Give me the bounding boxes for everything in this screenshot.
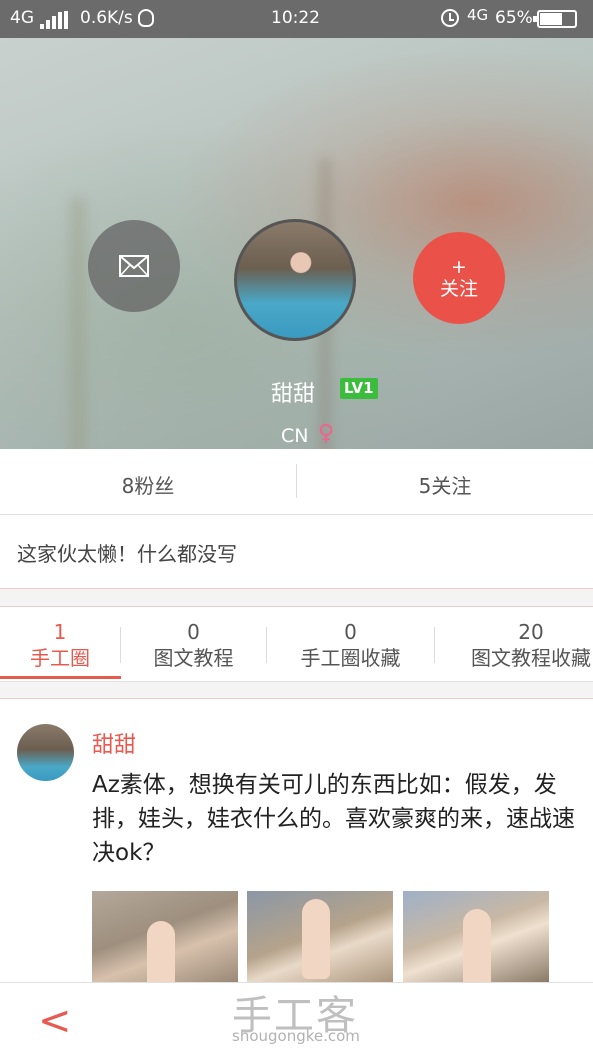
tab-label: 图文教程收藏: [471, 646, 591, 670]
content-tabs: 1 手工圈 0 图文教程 0 手工圈收藏 20 图文教程收藏: [0, 606, 593, 682]
alarm-icon: [441, 9, 459, 27]
fans-count[interactable]: 8粉丝: [0, 470, 296, 499]
bio-section: 这家伙太懒！什么都没写: [0, 515, 593, 589]
profile-name: 甜甜: [271, 382, 316, 407]
status-bar: 4G 0.6K/s 10:22 4G 65%: [0, 0, 593, 38]
network-speed: 0.6K/s: [80, 8, 133, 28]
female-icon: ♀: [318, 421, 335, 446]
tab-label: 手工圈: [30, 646, 90, 670]
tab-count: 20: [518, 620, 544, 644]
post-image[interactable]: [247, 891, 393, 984]
tab-count: 0: [187, 620, 200, 644]
profile-header: + 关注 甜甜 LV1 CN ♀: [0, 38, 593, 449]
network-type-left: 4G: [10, 8, 34, 28]
battery-percent: 65%: [495, 8, 533, 28]
back-arrow-icon[interactable]: <: [38, 1001, 72, 1041]
qq-icon: [138, 9, 154, 27]
tab-shougongquan[interactable]: 1 手工圈: [0, 619, 120, 671]
tab-count: 1: [53, 620, 67, 644]
tab-label: 图文教程: [153, 646, 234, 670]
bottom-bar: < 手工客 shougongke.com: [0, 982, 593, 1055]
follow-button[interactable]: + 关注: [413, 232, 505, 324]
post-author-avatar[interactable]: [17, 724, 74, 781]
tab-tutorial-favorites[interactable]: 20 图文教程收藏: [441, 619, 593, 671]
profile-avatar[interactable]: [234, 219, 356, 341]
network-type-right: 4G: [467, 6, 489, 24]
country-label: CN: [281, 425, 309, 447]
message-button[interactable]: [88, 220, 180, 312]
stats-bar: 8粉丝 5关注: [0, 449, 593, 515]
post-text: Az素体，想换有关可儿的东西比如：假发，发排，娃头，娃衣什么的。喜欢豪爽的来，速…: [92, 772, 575, 866]
battery-icon: [533, 10, 577, 28]
post-author-name[interactable]: 甜甜: [92, 727, 136, 759]
plus-icon: +: [451, 256, 467, 278]
following-count[interactable]: 5关注: [297, 470, 593, 499]
tab-count: 0: [344, 620, 357, 644]
signal-icon: [40, 11, 68, 29]
clock-time: 10:22: [271, 8, 320, 28]
tab-label: 手工圈收藏: [300, 646, 401, 670]
post-card[interactable]: 甜甜 Az素体，想换有关可儿的东西比如：假发，发排，娃头，娃衣什么的。喜欢豪爽的…: [0, 698, 593, 984]
watermark-url: shougongke.com: [232, 1027, 360, 1045]
tab-circle-favorites[interactable]: 0 手工圈收藏: [267, 619, 434, 671]
follow-label: 关注: [439, 278, 478, 300]
post-image[interactable]: [92, 891, 238, 984]
post-image[interactable]: [403, 891, 549, 984]
bio-text: 这家伙太懒！什么都没写: [17, 542, 237, 566]
tab-tutorials[interactable]: 0 图文教程: [121, 619, 266, 671]
active-tab-indicator: [0, 676, 121, 679]
envelope-icon: [119, 255, 149, 277]
level-badge: LV1: [340, 378, 378, 399]
